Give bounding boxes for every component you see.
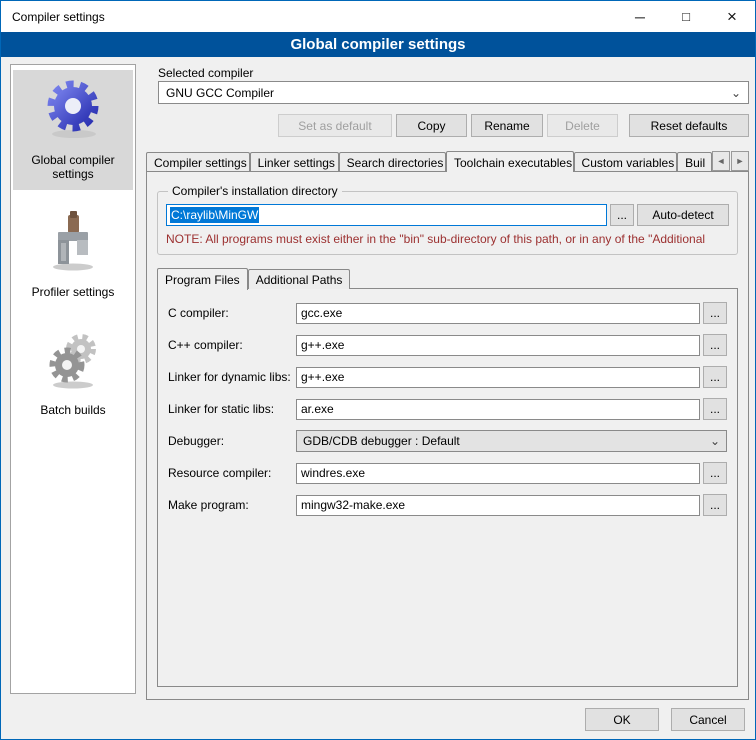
program-files-panel: C compiler: ... C++ compiler: ... Linker…: [157, 288, 738, 687]
resource-compiler-browse-button[interactable]: ...: [703, 462, 727, 484]
delete-button: Delete: [547, 114, 618, 137]
minimize-button[interactable]: ─: [617, 1, 663, 32]
settings-tabstrip: Compiler settings Linker settings Search…: [146, 150, 749, 172]
cpp-compiler-input[interactable]: [296, 335, 700, 356]
tab-scroll-right-button[interactable]: ►: [731, 151, 749, 171]
tab-scroll-left-button[interactable]: ◄: [712, 151, 730, 171]
compiler-combobox-value: GNU GCC Compiler: [166, 86, 274, 100]
cancel-button[interactable]: Cancel: [671, 708, 745, 731]
sidebar-item-label: Global compiler settings: [15, 153, 131, 181]
static-linker-input[interactable]: [296, 399, 700, 420]
reset-defaults-button[interactable]: Reset defaults: [629, 114, 749, 137]
copy-button[interactable]: Copy: [396, 114, 467, 137]
debugger-row: Debugger: GDB/CDB debugger : Default ⌄: [168, 430, 727, 452]
bin-subdirectory-note: NOTE: All programs must exist either in …: [166, 232, 729, 246]
install-dir-selected-text: C:\raylib\MinGW: [170, 207, 259, 223]
settings-category-sidebar: Global compiler settings Profiler settin…: [10, 64, 136, 694]
close-button[interactable]: ×: [709, 1, 755, 32]
tab-build-options[interactable]: Buil: [677, 152, 712, 172]
install-dir-group-title: Compiler's installation directory: [168, 184, 342, 198]
maximize-button[interactable]: □: [663, 1, 709, 32]
make-program-row: Make program: ...: [168, 494, 727, 516]
ok-button[interactable]: OK: [585, 708, 659, 731]
set-as-default-button: Set as default: [278, 114, 392, 137]
c-compiler-browse-button[interactable]: ...: [703, 302, 727, 324]
subtab-additional-paths[interactable]: Additional Paths: [248, 269, 351, 289]
compiler-settings-window: Compiler settings ─ □ × Global compiler …: [0, 0, 756, 740]
install-dir-input[interactable]: C:\raylib\MinGW: [166, 204, 607, 226]
tab-linker-settings[interactable]: Linker settings: [250, 152, 339, 172]
compiler-combobox[interactable]: GNU GCC Compiler ⌄: [158, 81, 749, 104]
title-bar: Compiler settings ─ □ ×: [1, 1, 755, 32]
dynamic-linker-label: Linker for dynamic libs:: [168, 370, 296, 384]
c-compiler-row: C compiler: ...: [168, 302, 727, 324]
install-dir-group: Compiler's installation directory C:\ray…: [157, 184, 738, 255]
dynamic-linker-input[interactable]: [296, 367, 700, 388]
sidebar-item-label: Batch builds: [40, 403, 105, 417]
sidebar-item-global-compiler-settings[interactable]: Global compiler settings: [13, 70, 133, 190]
subtab-program-files[interactable]: Program Files: [157, 268, 248, 290]
program-files-tabstrip: Program Files Additional Paths: [157, 268, 738, 289]
make-program-label: Make program:: [168, 498, 296, 512]
main-panel: Selected compiler GNU GCC Compiler ⌄ Set…: [146, 64, 749, 701]
tab-toolchain-executables[interactable]: Toolchain executables: [446, 151, 574, 172]
tab-scroll-buttons: ◄ ►: [712, 151, 749, 171]
window-title: Compiler settings: [1, 10, 617, 24]
rename-button[interactable]: Rename: [471, 114, 543, 137]
gears-gray-icon: [41, 327, 105, 391]
cpp-compiler-browse-button[interactable]: ...: [703, 334, 727, 356]
static-linker-browse-button[interactable]: ...: [703, 398, 727, 420]
chevron-down-icon: ⌄: [731, 86, 741, 100]
sidebar-item-profiler-settings[interactable]: Profiler settings: [13, 202, 133, 308]
make-program-input[interactable]: [296, 495, 700, 516]
static-linker-label: Linker for static libs:: [168, 402, 296, 416]
dynamic-linker-row: Linker for dynamic libs: ...: [168, 366, 727, 388]
static-linker-row: Linker for static libs: ...: [168, 398, 727, 420]
compiler-actions: Set as default Copy Rename Delete Reset …: [146, 114, 749, 137]
c-compiler-input[interactable]: [296, 303, 700, 324]
sidebar-item-label: Profiler settings: [32, 285, 115, 299]
selected-compiler-label: Selected compiler: [158, 66, 253, 80]
make-program-browse-button[interactable]: ...: [703, 494, 727, 516]
sidebar-item-batch-builds[interactable]: Batch builds: [13, 320, 133, 426]
gear-blue-icon: [41, 77, 105, 141]
resource-compiler-input[interactable]: [296, 463, 700, 484]
debugger-combobox[interactable]: GDB/CDB debugger : Default ⌄: [296, 430, 727, 452]
resource-compiler-label: Resource compiler:: [168, 466, 296, 480]
profiler-tool-icon: [41, 209, 105, 273]
resource-compiler-row: Resource compiler: ...: [168, 462, 727, 484]
debugger-combobox-value: GDB/CDB debugger : Default: [303, 434, 460, 448]
debugger-label: Debugger:: [168, 434, 296, 448]
chevron-down-icon: ⌄: [710, 434, 720, 448]
install-dir-browse-button[interactable]: ...: [610, 204, 634, 226]
tab-compiler-settings[interactable]: Compiler settings: [146, 152, 250, 172]
tab-custom-variables[interactable]: Custom variables: [574, 152, 678, 172]
auto-detect-button[interactable]: Auto-detect: [637, 204, 729, 226]
dynamic-linker-browse-button[interactable]: ...: [703, 366, 727, 388]
c-compiler-label: C compiler:: [168, 306, 296, 320]
dialog-footer: OK Cancel: [585, 708, 745, 731]
page-title: Global compiler settings: [290, 36, 465, 53]
cpp-compiler-row: C++ compiler: ...: [168, 334, 727, 356]
toolchain-executables-panel: Compiler's installation directory C:\ray…: [146, 171, 749, 700]
tab-search-directories[interactable]: Search directories: [339, 152, 446, 172]
page-banner: Global compiler settings: [1, 32, 755, 57]
cpp-compiler-label: C++ compiler:: [168, 338, 296, 352]
